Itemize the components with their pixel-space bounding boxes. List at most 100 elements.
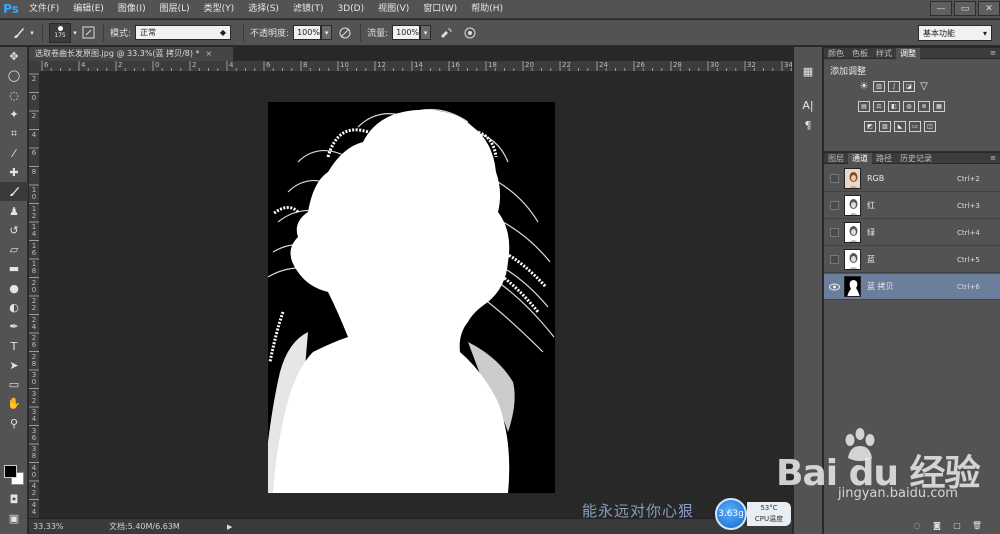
delete-channel-icon[interactable]: 🗑	[972, 521, 982, 530]
dodge-tool-icon[interactable]: ◐	[0, 298, 28, 317]
color-lookup-icon[interactable]: ▦	[933, 101, 945, 112]
pressure-opacity-icon[interactable]	[336, 24, 354, 42]
channels-tab-0[interactable]: 图层	[824, 153, 848, 164]
channel-row[interactable]: 蓝 Ctrl+5	[824, 247, 1000, 273]
eyedropper-tool-icon[interactable]: ⁄	[0, 143, 28, 162]
zoom-tool-icon[interactable]: ⚲	[0, 414, 28, 433]
color-balance-icon[interactable]: ⚖	[873, 101, 885, 112]
levels-icon[interactable]: ▥	[873, 81, 885, 92]
close-button[interactable]: ✕	[978, 1, 1000, 16]
zoom-level[interactable]: 33.33%	[29, 522, 69, 531]
menu-item-9[interactable]: 窗口(W)	[416, 0, 464, 19]
visibility-toggle[interactable]	[828, 172, 841, 185]
flow-input[interactable]: 100%	[392, 25, 421, 40]
brightness-icon[interactable]: ☀	[858, 81, 870, 92]
hue-saturation-icon[interactable]: ▤	[858, 101, 870, 112]
move-tool-icon[interactable]: ✥	[0, 47, 28, 66]
opacity-input[interactable]: 100%	[293, 25, 322, 40]
hand-tool-icon[interactable]: ✋	[0, 394, 28, 413]
menu-item-1[interactable]: 编辑(E)	[66, 0, 111, 19]
type-tool-icon[interactable]: T	[0, 336, 28, 355]
adjust-tab-1[interactable]: 色板	[848, 48, 872, 59]
document-tab[interactable]: 选取卷曲长发原图.jpg @ 33.3%(蓝 拷贝/8) * ×	[29, 47, 234, 61]
horizontal-ruler[interactable]: 6420246810121416182022242628303234	[40, 61, 792, 72]
visibility-toggle[interactable]	[828, 199, 841, 212]
vertical-ruler[interactable]: 2 0 2 4 6 8 1 0 1 2 1 4 1 6 1 8 2 0 2 2 2 4 2 6 2 8 3 0 3…	[29, 72, 40, 518]
menu-item-5[interactable]: 选择(S)	[241, 0, 286, 19]
mini-bridge-icon[interactable]: ▦	[794, 61, 822, 81]
paragraph-panel-icon[interactable]: ¶	[794, 115, 822, 135]
menu-item-3[interactable]: 图层(L)	[153, 0, 197, 19]
exposure-icon[interactable]: ◪	[903, 81, 915, 92]
menu-item-4[interactable]: 类型(Y)	[197, 0, 242, 19]
menu-item-2[interactable]: 图像(I)	[111, 0, 153, 19]
menu-item-10[interactable]: 帮助(H)	[464, 0, 510, 19]
channels-tab-1[interactable]: 通道	[848, 153, 872, 164]
pressure-size-icon[interactable]	[461, 24, 479, 42]
brush-tool-icon[interactable]	[0, 182, 28, 202]
menu-item-6[interactable]: 滤镜(T)	[286, 0, 331, 19]
adjust-tab-3[interactable]: 调整	[896, 48, 920, 59]
path-selection-tool-icon[interactable]: ➤	[0, 356, 28, 375]
channels-tab-2[interactable]: 路径	[872, 153, 896, 164]
invert-icon[interactable]: ◩	[864, 121, 876, 132]
status-menu-arrow-icon[interactable]: ▶	[227, 523, 232, 531]
gradient-tool-icon[interactable]: ▬	[0, 259, 28, 278]
menu-item-7[interactable]: 3D(D)	[330, 0, 371, 19]
vibrance-icon[interactable]: ▽	[918, 81, 930, 92]
photo-filter-icon[interactable]: ◍	[903, 101, 915, 112]
quick-mask-icon[interactable]: ◘	[0, 490, 28, 509]
image-canvas[interactable]	[268, 102, 555, 493]
visibility-toggle[interactable]	[828, 226, 841, 239]
screen-mode-icon[interactable]: ▣	[0, 509, 28, 528]
posterize-icon[interactable]: ▨	[879, 121, 891, 132]
shape-tool-icon[interactable]: ▭	[0, 375, 28, 394]
black-white-icon[interactable]: ◧	[888, 101, 900, 112]
pen-tool-icon[interactable]: ✒	[0, 317, 28, 336]
menu-item-0[interactable]: 文件(F)	[22, 0, 66, 19]
channels-tab-3[interactable]: 历史记录	[896, 153, 936, 164]
chevron-down-icon[interactable]: ▾	[71, 24, 79, 42]
color-swatches[interactable]	[4, 461, 26, 485]
healing-brush-tool-icon[interactable]: ✚	[0, 163, 28, 182]
brush-preset-picker[interactable]: 175	[49, 22, 71, 43]
threshold-icon[interactable]: ◣	[894, 121, 906, 132]
foreground-color-swatch[interactable]	[4, 465, 17, 478]
channel-row[interactable]: 绿 Ctrl+4	[824, 220, 1000, 246]
channel-mixer-icon[interactable]: ⊛	[918, 101, 930, 112]
marquee-tool-icon[interactable]: ◯	[0, 66, 28, 85]
maximize-button[interactable]: ▭	[954, 1, 976, 16]
menu-item-8[interactable]: 视图(V)	[371, 0, 416, 19]
history-brush-tool-icon[interactable]: ↺	[0, 221, 28, 240]
crop-tool-icon[interactable]: ⌗	[0, 124, 28, 143]
curves-icon[interactable]: ∫	[888, 81, 900, 92]
lasso-tool-icon[interactable]: ◌	[0, 86, 28, 105]
panel-menu-icon[interactable]: ≡	[990, 153, 996, 164]
blur-tool-icon[interactable]: ●	[0, 279, 28, 298]
channel-row[interactable]: 蓝 拷贝 Ctrl+6	[824, 274, 1000, 300]
chevron-down-icon[interactable]: ▾	[28, 24, 36, 42]
new-channel-icon[interactable]: ▢	[952, 521, 962, 530]
mode-select[interactable]: 正常 ◆	[135, 25, 232, 40]
panel-menu-icon[interactable]: ≡	[990, 48, 996, 59]
channel-row[interactable]: 红 Ctrl+3	[824, 193, 1000, 219]
channel-row[interactable]: RGB Ctrl+2	[824, 166, 1000, 192]
minimize-button[interactable]: —	[930, 1, 952, 16]
close-tab-icon[interactable]: ×	[206, 49, 213, 58]
brush-tool-icon[interactable]	[10, 24, 28, 42]
airbrush-icon[interactable]	[437, 24, 455, 42]
magic-wand-tool-icon[interactable]: ✦	[0, 105, 28, 124]
selective-color-icon[interactable]: ◫	[924, 121, 936, 132]
stamp-tool-icon[interactable]: ♟	[0, 201, 28, 220]
gradient-map-icon[interactable]: ▭	[909, 121, 921, 132]
eraser-tool-icon[interactable]: ▱	[0, 240, 28, 259]
brush-panel-toggle-icon[interactable]	[79, 24, 97, 42]
load-selection-icon[interactable]: ◌	[912, 521, 922, 530]
eye-icon[interactable]	[828, 280, 841, 293]
ruler-origin[interactable]	[29, 61, 40, 72]
canvas-area[interactable]	[40, 72, 792, 518]
adjust-tab-2[interactable]: 样式	[872, 48, 896, 59]
adjust-tab-0[interactable]: 颜色	[824, 48, 848, 59]
flow-dropdown-icon[interactable]: ▾	[420, 25, 432, 40]
visibility-toggle[interactable]	[828, 253, 841, 266]
